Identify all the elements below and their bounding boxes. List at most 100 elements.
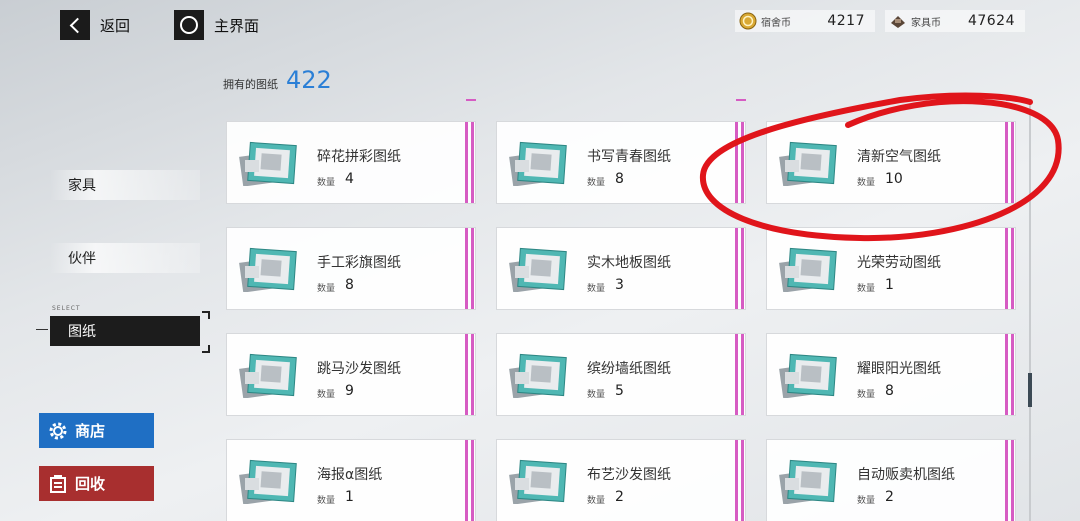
sidebar-item-label: 家具 [68, 178, 96, 194]
furniture-coin-icon [891, 16, 905, 28]
blueprint-card[interactable]: 布艺沙发图纸 数量 2 [496, 439, 746, 521]
rarity-stripe [735, 334, 745, 415]
currency-value: 4217 [827, 13, 865, 29]
blueprint-name: 耀眼阳光图纸 [857, 361, 941, 377]
back-button[interactable]: 返回 [60, 10, 130, 40]
blueprint-card[interactable]: 缤纷墙纸图纸数量 5 [496, 333, 746, 416]
blueprint-name: 碎花拼彩图纸 [317, 149, 401, 165]
blueprint-name: 布艺沙发图纸 [587, 467, 671, 483]
home-button[interactable]: 主界面 [174, 10, 259, 40]
blueprint-thumbnail-icon [509, 352, 569, 399]
owned-label: 拥有的图纸 [223, 78, 278, 91]
blueprint-card[interactable]: 自动贩卖机图纸 数量 2 [766, 439, 1016, 521]
blueprint-card[interactable]: 碎花拼彩图纸数量 4 [226, 121, 476, 204]
quantity-label: 数量 [587, 284, 606, 294]
quantity-value: 2 [615, 489, 624, 505]
blueprint-thumbnail-icon [239, 140, 299, 187]
sidebar-item-partner[interactable]: 伙伴 [50, 243, 200, 273]
select-bracket-bottom [202, 345, 210, 353]
blueprint-card[interactable]: 耀眼阳光图纸 数量 8 [766, 333, 1016, 416]
blueprint-thumbnail-icon [239, 352, 299, 399]
recycle-label: 回收 [75, 475, 106, 493]
owned-blueprints-summary: 拥有的图纸 422 [223, 66, 332, 94]
recycle-list-icon [47, 473, 69, 495]
quantity-label: 数量 [857, 284, 876, 294]
blueprint-thumbnail-icon [239, 458, 299, 505]
blueprint-card[interactable]: 书写青春图纸数量 8 [496, 121, 746, 204]
quantity-value: 4 [345, 171, 354, 187]
quantity-value: 8 [885, 383, 894, 399]
blueprint-card[interactable]: 海报α图纸数量 1 [226, 439, 476, 521]
shop-label: 商店 [75, 422, 106, 440]
rarity-stripe [1005, 228, 1015, 309]
blueprint-thumbnail-icon [239, 246, 299, 293]
rarity-stripe [465, 440, 475, 521]
coin-icon [739, 12, 757, 30]
currency-name: 家具币 [911, 17, 941, 29]
sidebar-item-label: 图纸 [68, 324, 96, 340]
scrollbar-track[interactable] [1029, 99, 1031, 521]
blueprint-name: 缤纷墙纸图纸 [587, 361, 671, 377]
rarity-stripe [735, 228, 745, 309]
currency-value: 47624 [967, 13, 1015, 29]
rarity-stripe [465, 334, 475, 415]
dorm-coin-display: 宿舍币 4217 [735, 10, 875, 32]
quantity-label: 数量 [317, 496, 336, 506]
scrollbar-thumb[interactable] [1028, 373, 1032, 407]
sidebar-item-label: 伙伴 [68, 251, 96, 267]
rarity-stripe [1005, 440, 1015, 521]
rarity-stripe [465, 122, 475, 203]
blueprint-thumbnail-icon [779, 140, 839, 187]
sidebar-item-blueprint[interactable]: 图纸 [50, 316, 200, 346]
blueprint-grid[interactable]: 碎花拼彩图纸 数量 4 书写青春图纸 数量 8 清新空气图纸 数量 10 手工彩旗图纸 数量 8 实木地… [226, 99, 1026, 521]
quantity-value: 5 [615, 383, 624, 399]
quantity-value: 8 [615, 171, 624, 187]
home-circle-icon [174, 10, 204, 40]
back-chevron-icon [60, 10, 90, 40]
quantity-value: 1 [885, 277, 894, 293]
blueprint-thumbnail-icon [509, 140, 569, 187]
quantity-value: 8 [345, 277, 354, 293]
blueprint-thumbnail-icon [509, 458, 569, 505]
blueprint-name: 海报α图纸 [317, 467, 383, 483]
rarity-stripe [465, 228, 475, 309]
select-caption: SELECT [52, 305, 81, 312]
select-indicator-line [36, 329, 48, 330]
quantity-label: 数量 [317, 178, 336, 188]
blueprint-card[interactable]: 跳马沙发图纸 数量 9 [226, 333, 476, 416]
quantity-label: 数量 [857, 496, 876, 506]
shop-button[interactable]: 商店 [39, 413, 154, 448]
previous-row-edge [1006, 99, 1016, 101]
blueprint-name: 跳马沙发图纸 [317, 361, 401, 377]
recycle-button[interactable]: 回收 [39, 466, 154, 501]
currency-name: 宿舍币 [761, 17, 791, 29]
blueprint-card[interactable]: 光荣劳动图纸数量 1 [766, 227, 1016, 310]
blueprint-name: 书写青春图纸 [587, 149, 671, 165]
sidebar-item-furniture[interactable]: 家具 [50, 170, 200, 200]
quantity-value: 9 [345, 383, 354, 399]
furniture-coin-display: 家具币 47624 [885, 10, 1025, 32]
blueprint-thumbnail-icon [779, 458, 839, 505]
blueprint-card[interactable]: 手工彩旗图纸数量 8 [226, 227, 476, 310]
blueprint-thumbnail-icon [509, 246, 569, 293]
quantity-label: 数量 [587, 390, 606, 400]
home-label: 主界面 [214, 16, 260, 35]
quantity-label: 数量 [587, 178, 606, 188]
select-bracket-top [202, 311, 210, 319]
quantity-value: 3 [615, 277, 624, 293]
quantity-label: 数量 [857, 178, 876, 188]
gear-icon [47, 420, 69, 442]
blueprint-card[interactable]: 实木地板图纸 数量 3 [496, 227, 746, 310]
blueprint-name: 光荣劳动图纸 [857, 255, 941, 271]
blueprint-thumbnail-icon [779, 246, 839, 293]
blueprint-name: 清新空气图纸 [857, 149, 941, 165]
blueprint-name: 手工彩旗图纸 [317, 255, 401, 271]
quantity-value: 10 [885, 171, 903, 187]
quantity-value: 1 [345, 489, 354, 505]
blueprint-name: 自动贩卖机图纸 [857, 467, 955, 483]
owned-count: 422 [286, 66, 332, 94]
quantity-label: 数量 [317, 284, 336, 294]
blueprint-card[interactable]: 清新空气图纸数量 10 [766, 121, 1016, 204]
rarity-stripe [735, 122, 745, 203]
blueprint-thumbnail-icon [779, 352, 839, 399]
